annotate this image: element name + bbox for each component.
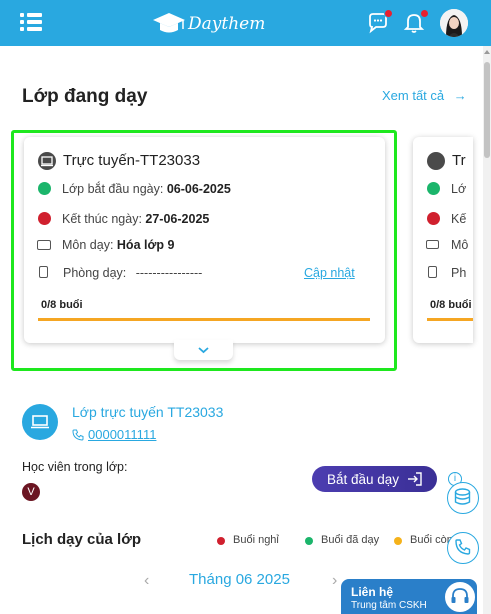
class-card[interactable]: Trực tuyến-TT23033 Lớp bắt đầu ngày: 06-…	[24, 137, 385, 343]
month-label: Tháng 06 2025	[189, 571, 290, 588]
expand-card-button[interactable]	[174, 340, 233, 360]
subject-value: Hóa lớp 9	[116, 238, 175, 252]
class-card-title: Trực tuyến-TT23033	[63, 152, 201, 169]
headset-icon[interactable]	[443, 580, 477, 614]
end-value: 27-06-2025	[145, 212, 210, 226]
notification-badge	[420, 9, 429, 18]
start-teaching-label: Bắt đầu dạy	[327, 471, 400, 487]
phone-call-icon[interactable]	[447, 532, 479, 564]
database-icon[interactable]	[447, 482, 479, 514]
chat-icon[interactable]	[366, 9, 393, 35]
user-avatar[interactable]	[440, 9, 468, 37]
start-value: 06-06-2025	[166, 182, 231, 196]
see-all-label: Xem tất cả	[382, 88, 445, 103]
page-scrollbar[interactable]	[483, 46, 491, 614]
phone-icon	[72, 428, 84, 441]
update-room-link[interactable]: Cập nhật	[304, 266, 355, 280]
laptop-icon	[38, 152, 56, 170]
see-all-link[interactable]: Xem tất cả →	[382, 88, 467, 103]
enter-icon	[408, 472, 422, 486]
student-avatar[interactable]: V	[22, 483, 40, 501]
arrow-right-icon: →	[453, 88, 467, 103]
hamburger-icon[interactable]	[20, 12, 42, 32]
room-icon	[39, 266, 48, 278]
end-dot-icon	[427, 212, 440, 225]
progress-bar	[427, 318, 473, 321]
notification-badge	[384, 9, 393, 18]
start-teaching-button[interactable]: Bắt đầu dạy	[312, 466, 437, 492]
support-subtitle: Trung tâm CSKH	[351, 600, 427, 611]
logo-text: Daythem	[188, 14, 266, 34]
end-dot-icon	[38, 212, 51, 225]
room-icon	[428, 266, 437, 278]
start-date-row: Lớp bắt đầu ngày: 06-06-2025	[62, 182, 231, 196]
class-laptop-icon	[22, 404, 58, 440]
legend-absent: Buổi nghỉ	[233, 534, 279, 546]
subject-icon	[426, 240, 439, 249]
progress-bar	[38, 318, 370, 321]
end-date-row: Kết thúc ngày: 27-06-2025	[62, 212, 209, 226]
progress-text: 0/8 buổi	[430, 299, 472, 311]
legend-taught: Buổi đã dạy	[321, 534, 380, 546]
subject-label: Môn dạy:	[62, 238, 114, 252]
room-label: Phòng dạy:	[63, 266, 127, 280]
chevron-down-icon	[198, 347, 209, 354]
top-app-bar: Daythem	[0, 0, 491, 46]
subject-icon	[37, 240, 51, 250]
start-dot-icon	[38, 182, 51, 195]
room-value: ----------------	[135, 266, 203, 280]
legend-dot-remaining	[394, 537, 402, 545]
start-label: Lớ	[451, 182, 467, 196]
legend-dot-taught	[305, 537, 313, 545]
start-dot-icon	[427, 182, 440, 195]
subject-row: Môn dạy: Hóa lớp 9	[62, 238, 174, 252]
subject-label: Mô	[451, 238, 469, 252]
daythem-logo[interactable]: Daythem	[152, 10, 265, 38]
class-card-next[interactable]: Tr Lớ Kế Mô Ph 0/8 buổi	[413, 137, 473, 343]
start-label: Lớp bắt đầu ngày:	[62, 182, 164, 196]
legend-dot-absent	[217, 537, 225, 545]
bell-icon[interactable]	[402, 9, 429, 35]
students-label: Học viên trong lớp:	[22, 460, 128, 474]
progress-text: 0/8 buổi	[41, 299, 83, 311]
class-phone-link[interactable]: 0000011111	[88, 427, 156, 442]
scroll-up-icon[interactable]	[484, 50, 490, 54]
room-row: Phòng dạy: ----------------	[63, 266, 202, 280]
graduation-cap-icon	[152, 11, 186, 37]
end-label: Kế	[451, 212, 467, 226]
end-label: Kết thúc ngày:	[62, 212, 142, 226]
scrollbar-thumb[interactable]	[484, 62, 490, 158]
room-label: Ph	[451, 266, 467, 280]
next-month-icon[interactable]: ›	[332, 572, 337, 590]
class-card-title: Tr	[452, 152, 466, 169]
support-title: Liên hệ	[351, 585, 394, 599]
schedule-title: Lịch dạy của lớp	[22, 531, 142, 548]
section-title: Lớp đang dạy	[22, 86, 148, 107]
class-name[interactable]: Lớp trực tuyến TT23033	[72, 404, 223, 420]
laptop-icon	[427, 152, 445, 170]
prev-month-icon[interactable]: ‹	[144, 572, 149, 590]
